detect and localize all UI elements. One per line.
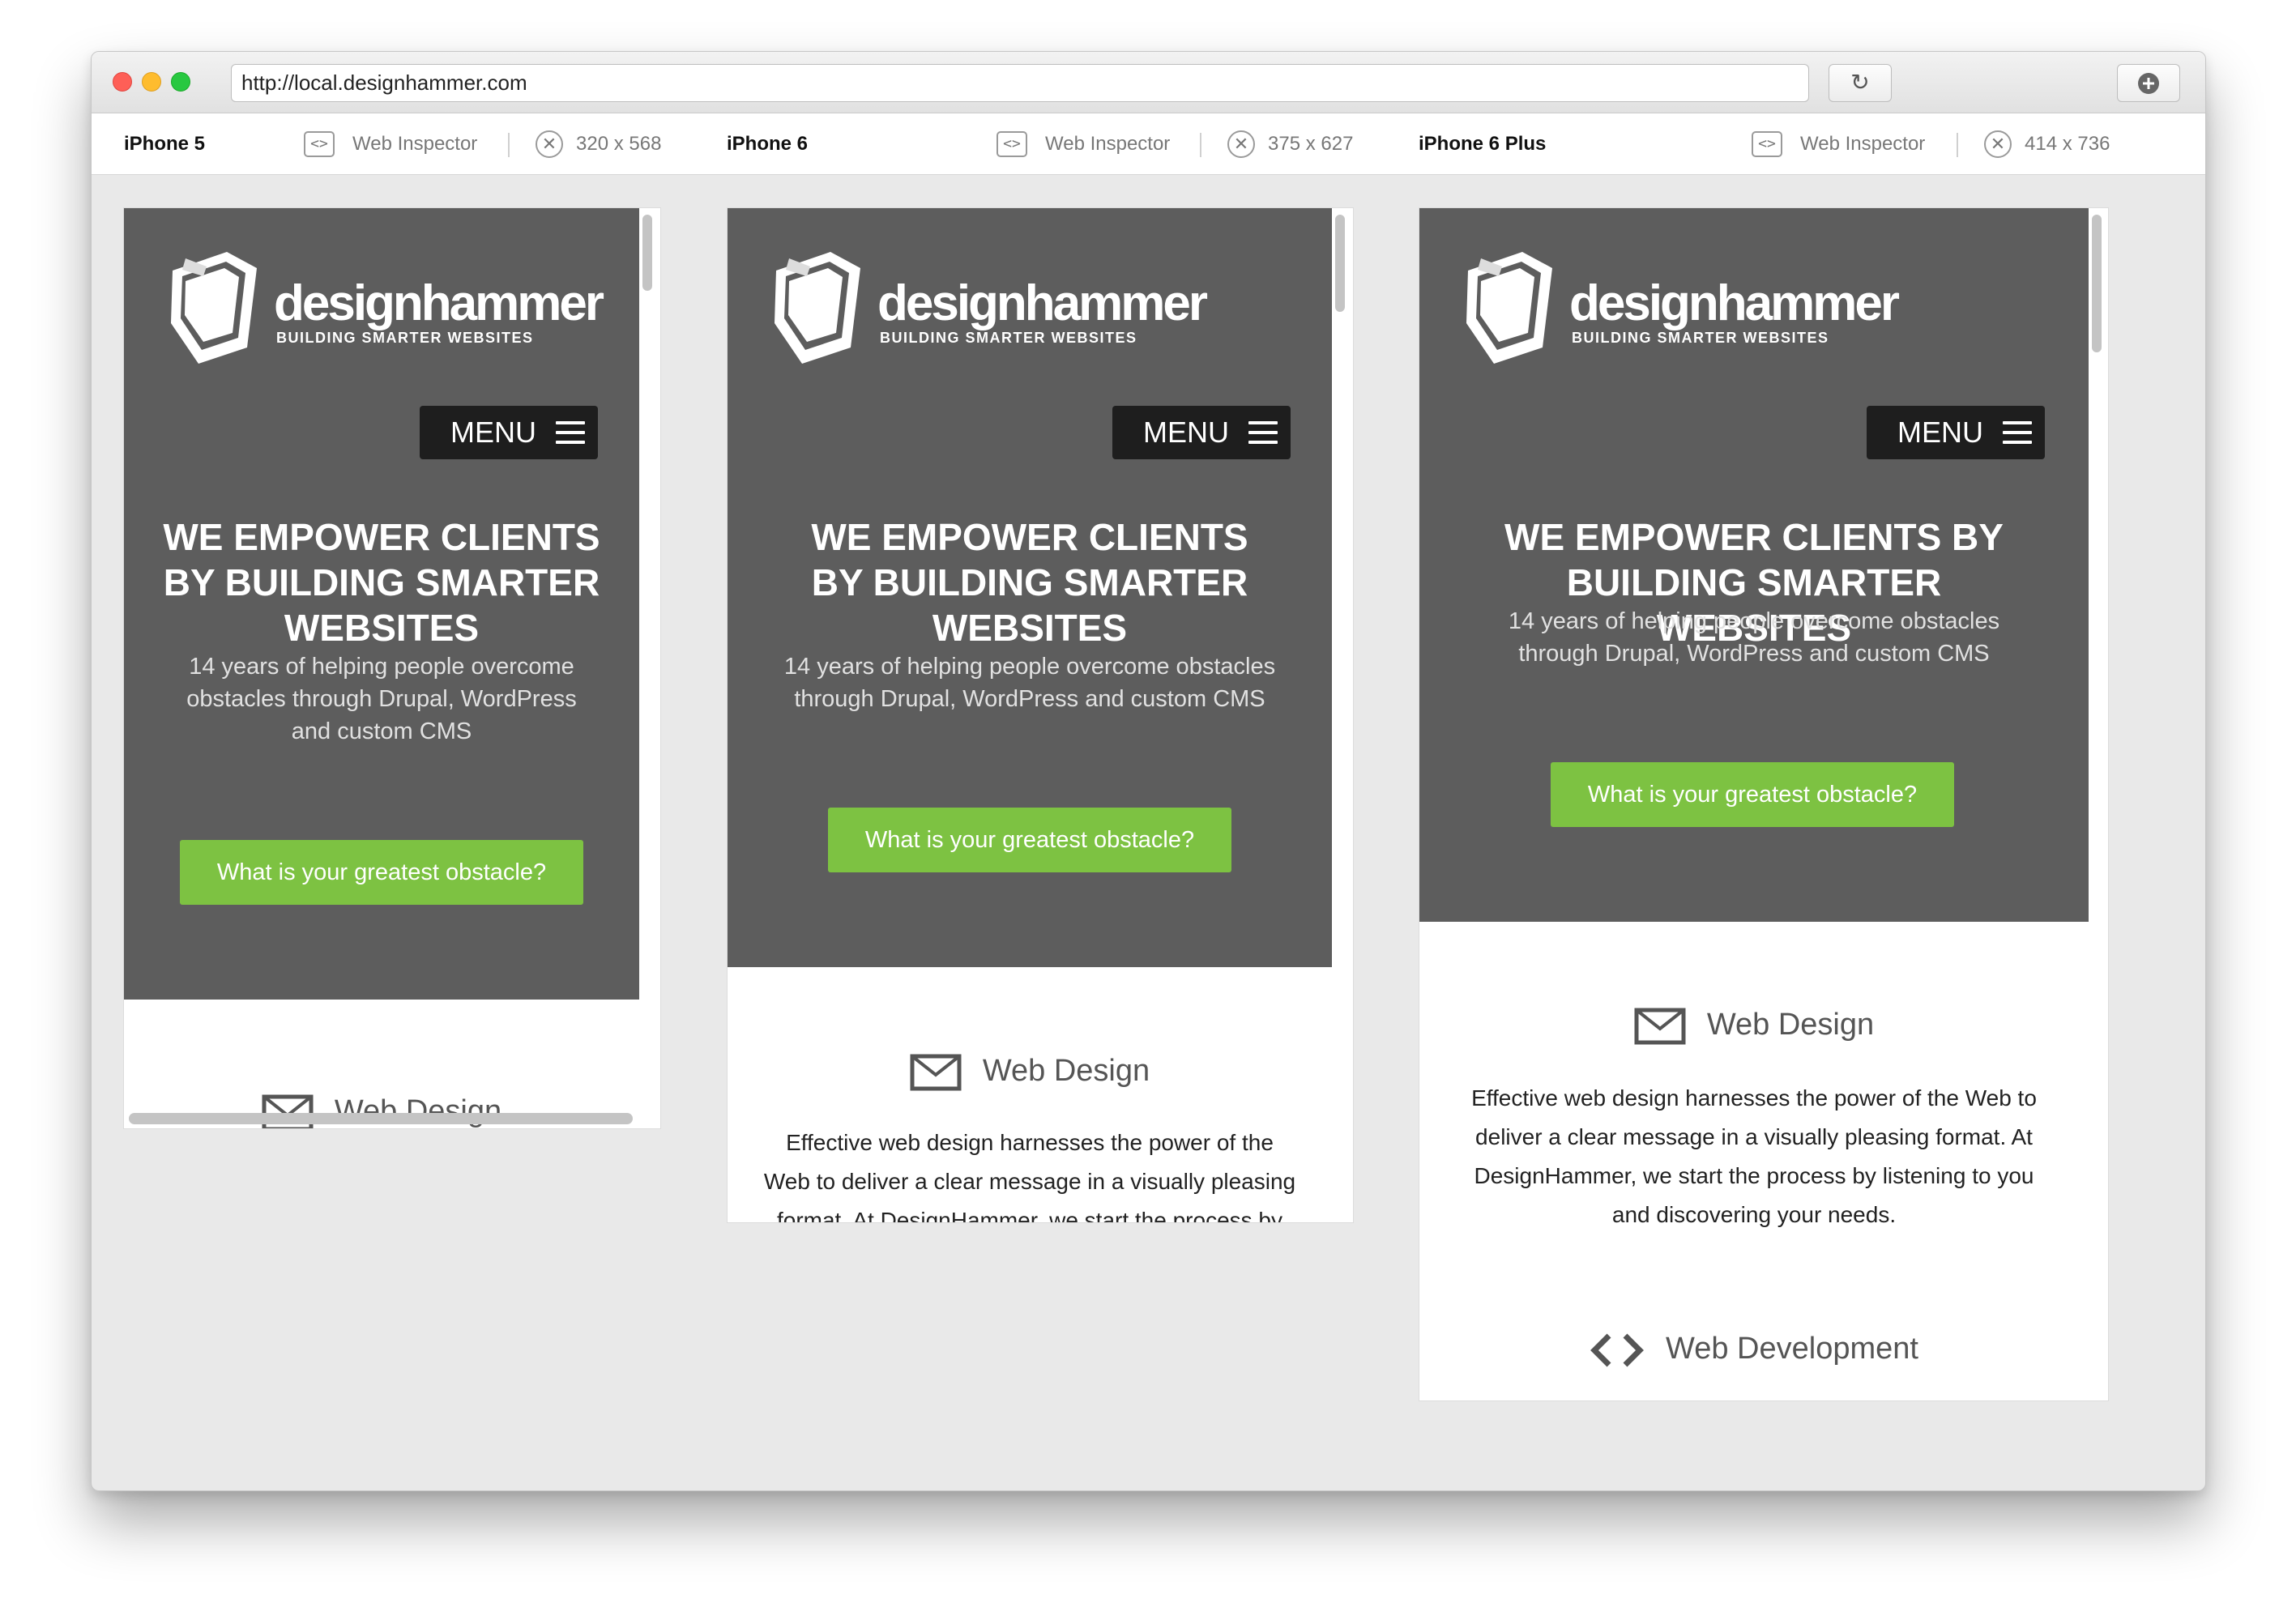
vertical-scrollbar[interactable] [2092,215,2102,352]
hero-subheadline: 14 years of helping people overcome obst… [1508,608,2000,667]
brand-wordmark: designhammer [1569,275,1900,331]
device-viewport-iphone-6[interactable]: designhammer BUILDING SMARTER WEBSITES M… [727,207,1354,1223]
designhammer-logo-icon [171,252,257,364]
device-size: 320 x 568 [576,133,662,155]
browser-window: http://local.designhammer.com ↻ iPhone 5… [91,51,2206,1491]
divider [508,133,510,157]
divider [1200,133,1201,157]
device-name: iPhone 6 Plus [1419,133,1547,155]
designhammer-logo-icon [775,252,860,364]
menu-button[interactable]: MENU [420,406,598,459]
hero-section: designhammer BUILDING SMARTER WEBSITES M… [124,208,639,1000]
hamburger-icon [556,421,585,444]
divider [1957,133,1958,157]
menu-label: MENU [1897,416,1983,449]
close-device-icon[interactable]: ✕ [1227,130,1255,158]
web-inspector-link[interactable]: Web Inspector [352,113,477,175]
vertical-scrollbar[interactable] [642,215,652,291]
service-description: Effective web design harnesses the power… [1471,1085,2037,1227]
hamburger-icon [1248,421,1278,444]
service-title-web-design: Web Design [728,1051,1332,1091]
menu-label: MENU [1143,416,1229,449]
zoom-window-button[interactable] [171,72,190,92]
brand-tagline: BUILDING SMARTER WEBSITES [1572,330,1829,346]
web-inspector-link[interactable]: Web Inspector [1045,113,1170,175]
envelope-icon [1634,1008,1686,1045]
cta-button[interactable]: What is your greatest obstacle? [1551,762,1954,827]
hero-headline: WE EMPOWER CLIENTS BY BUILDING SMARTER W… [163,516,600,649]
device-viewport-iphone-6-plus[interactable]: designhammer BUILDING SMARTER WEBSITES M… [1419,207,2109,1401]
cta-button[interactable]: What is your greatest obstacle? [180,840,583,905]
web-inspector-icon[interactable]: <> [304,131,335,157]
hero-headline: WE EMPOWER CLIENTS BY BUILDING SMARTER W… [811,516,1248,649]
brand-tagline: BUILDING SMARTER WEBSITES [276,330,534,346]
hero-subheadline: 14 years of helping people overcome obst… [186,654,577,744]
code-brackets-icon [1590,1333,1644,1367]
web-inspector-icon[interactable]: <> [996,131,1027,157]
hamburger-icon [2003,421,2032,444]
menu-button[interactable]: MENU [1867,406,2045,459]
device-size: 414 x 736 [2025,133,2110,155]
web-inspector-icon[interactable]: <> [1752,131,1782,157]
reload-button[interactable]: ↻ [1829,64,1892,102]
vertical-scrollbar[interactable] [1335,215,1345,312]
minimize-window-button[interactable] [142,72,161,92]
menu-button[interactable]: MENU [1112,406,1291,459]
new-tab-button[interactable] [2117,64,2180,102]
close-device-icon[interactable]: ✕ [1984,130,2012,158]
device-size: 375 x 627 [1268,133,1354,155]
site-page: designhammer BUILDING SMARTER WEBSITES M… [728,208,1332,1222]
site-page: designhammer BUILDING SMARTER WEBSITES M… [124,208,639,1128]
browser-toolbar: http://local.designhammer.com ↻ [92,52,2205,113]
device-viewport-iphone-5[interactable]: designhammer BUILDING SMARTER WEBSITES M… [123,207,661,1129]
brand-tagline: BUILDING SMARTER WEBSITES [880,330,1137,346]
brand-wordmark: designhammer [274,275,604,331]
horizontal-scrollbar[interactable] [129,1113,633,1124]
service-description: Effective web design harnesses the power… [763,1130,1296,1223]
plus-circle-icon [2138,73,2159,94]
site-page: designhammer BUILDING SMARTER WEBSITES M… [1419,208,2089,1367]
device-name: iPhone 5 [124,133,206,155]
designhammer-logo-icon [1466,252,1552,364]
cta-button[interactable]: What is your greatest obstacle? [828,808,1231,872]
hero-section: designhammer BUILDING SMARTER WEBSITES M… [1419,208,2089,922]
hero-subheadline: 14 years of helping people overcome obst… [783,654,1276,712]
device-name: iPhone 6 [727,133,809,155]
close-window-button[interactable] [113,72,132,92]
close-device-icon[interactable]: ✕ [536,130,563,158]
web-inspector-link[interactable]: Web Inspector [1800,113,1925,175]
address-bar[interactable]: http://local.designhammer.com [231,64,1809,102]
service-title-web-design: Web Design [1419,1004,2089,1045]
brand-wordmark: designhammer [877,275,1208,331]
menu-label: MENU [450,416,536,449]
reload-icon: ↻ [1850,70,1870,95]
service-title-web-development: Web Development [1419,1328,2089,1369]
responsive-device-bar: iPhone 5 <> Web Inspector ✕ 320 x 568 iP… [92,113,2205,175]
envelope-icon [910,1054,962,1091]
hero-section: designhammer BUILDING SMARTER WEBSITES M… [728,208,1332,967]
